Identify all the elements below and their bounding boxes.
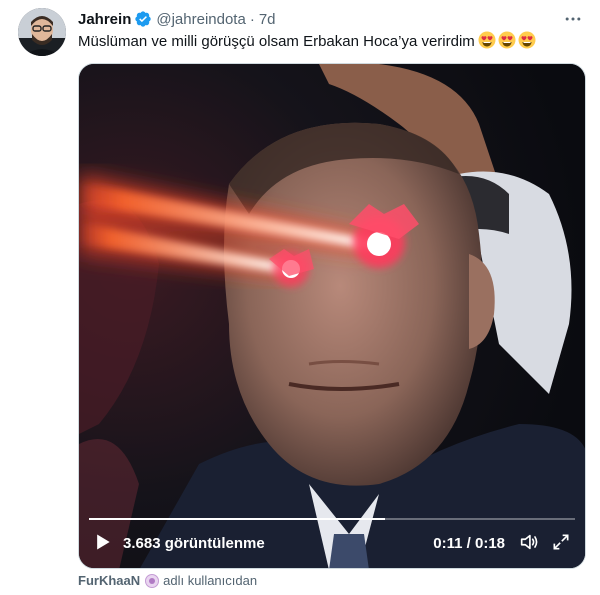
- separator-dot: ·: [249, 10, 255, 28]
- video-time: 0:11 / 0:18: [433, 535, 505, 552]
- heart-eyes-emoji-icon: [498, 31, 516, 49]
- tweet-card[interactable]: Jahrein @jahreindota · 7d Müslüman ve mi…: [0, 0, 600, 595]
- attribution-user[interactable]: FurKhaaN: [78, 573, 140, 588]
- author-handle[interactable]: @jahreindota: [156, 11, 245, 28]
- volume-button[interactable]: [517, 532, 541, 556]
- video-player[interactable]: 3.683 görüntülenme 0:11 / 0:18: [78, 63, 586, 569]
- video-controls: 3.683 görüntülenme 0:11 / 0:18: [79, 520, 585, 568]
- tweet-text-body: Müslüman ve milli görüşçü olsam Erbakan …: [78, 33, 475, 50]
- verified-badge-icon: [134, 10, 152, 28]
- video-view-count: 3.683 görüntülenme: [123, 535, 265, 552]
- video-attribution: FurKhaaN adlı kullanıcıdan: [78, 573, 257, 588]
- heart-eyes-emoji-icon: [518, 31, 536, 49]
- tweet-text: Müslüman ve milli görüşçü olsam Erbakan …: [78, 31, 536, 52]
- attribution-suffix: adlı kullanıcıdan: [163, 573, 258, 588]
- video-frame: [79, 64, 585, 568]
- tweet-header: Jahrein @jahreindota · 7d: [78, 9, 276, 29]
- heart-eyes-emoji-icon: [478, 31, 496, 49]
- more-horizontal-icon[interactable]: [562, 8, 584, 30]
- fullscreen-button[interactable]: [549, 532, 573, 556]
- attribution-avatar-icon: [145, 573, 160, 588]
- play-button[interactable]: [91, 532, 115, 556]
- tweet-timestamp[interactable]: 7d: [259, 11, 276, 28]
- author-display-name[interactable]: Jahrein: [78, 11, 131, 28]
- avatar[interactable]: [18, 8, 66, 56]
- fullscreen-icon: [551, 532, 571, 557]
- volume-icon: [518, 531, 540, 558]
- play-icon: [93, 532, 113, 557]
- emoji-row: [478, 31, 536, 49]
